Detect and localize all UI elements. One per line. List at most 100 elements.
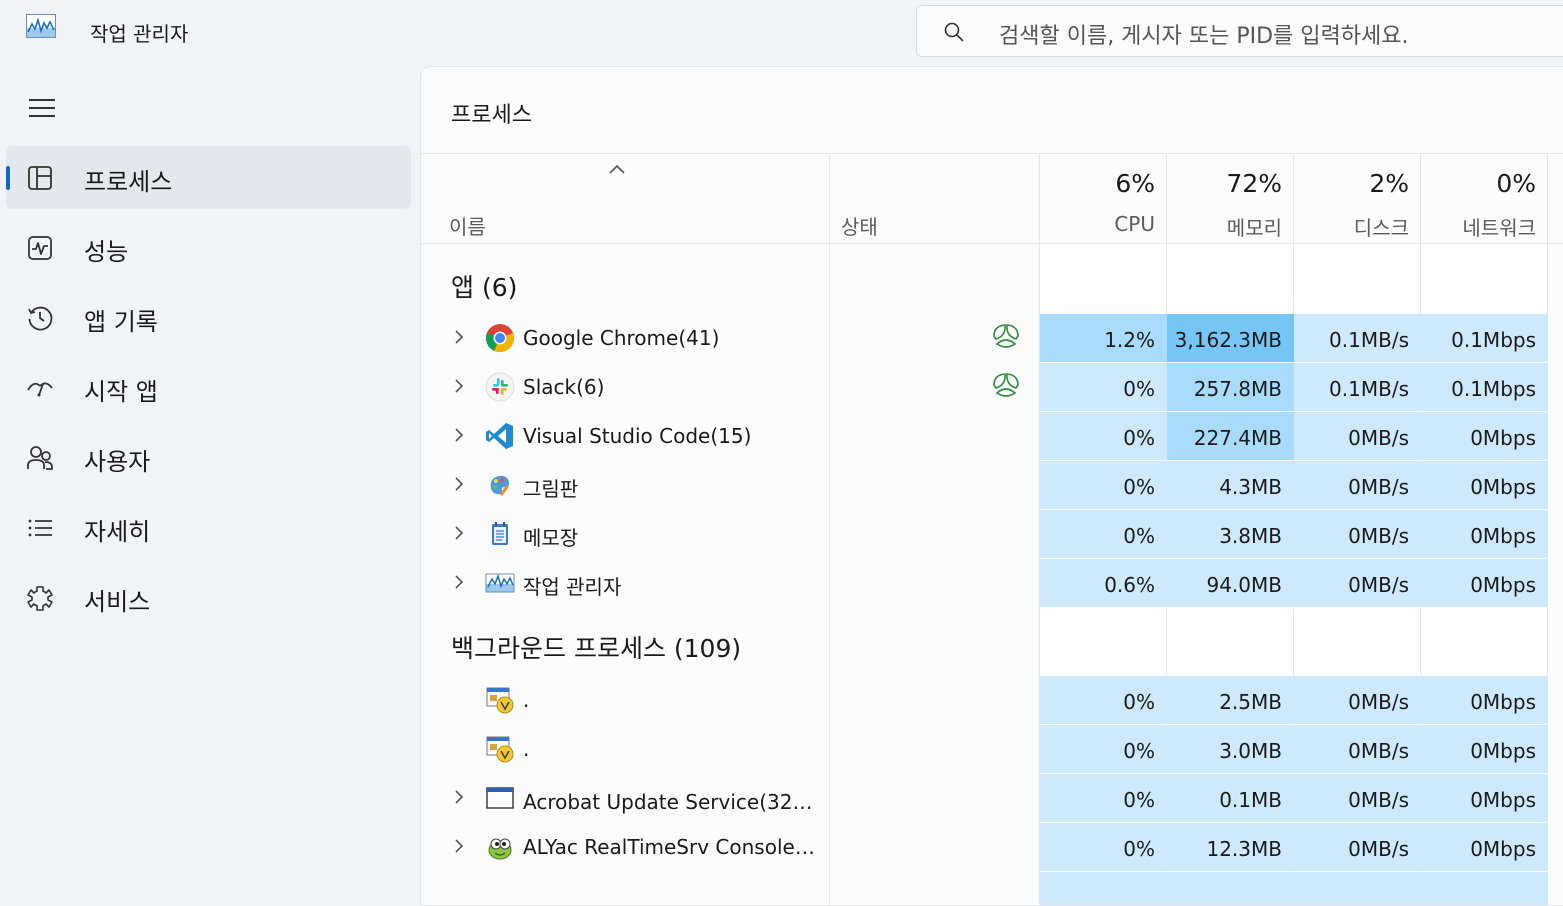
startup-apps-icon — [27, 382, 53, 397]
sidebar-item-processes[interactable]: 프로세스 — [6, 146, 411, 209]
v3-window-icon — [486, 687, 514, 714]
vscode-icon — [486, 423, 513, 449]
column-header-cpu-percent[interactable]: 6% — [1045, 169, 1155, 198]
table-row[interactable]: . 0% 2.5MB 0MB/s 0Mbps — [421, 676, 1563, 724]
column-header-network[interactable]: 네트워크 — [1426, 212, 1536, 241]
sidebar-item-performance[interactable]: 성능 — [6, 216, 411, 279]
column-header-memory-percent[interactable]: 72% — [1172, 169, 1282, 198]
table-row[interactable]: 작업 관리자 0.6% 94.0MB 0MB/s 0Mbps — [421, 559, 1563, 607]
chevron-right-icon[interactable] — [453, 574, 465, 590]
table-row[interactable]: Slack(6) 0% 257.8MB 0.1MB/s 0.1Mbps — [421, 363, 1563, 411]
table-row[interactable]: ALYac RealTimeSrv Console Service 0% 12.… — [421, 823, 1563, 871]
window-frame-icon — [486, 787, 514, 809]
chrome-icon — [485, 324, 514, 353]
group-header-band — [1040, 244, 1548, 313]
process-name: Google Chrome(41) — [523, 326, 720, 350]
disk-cell: 0MB/s — [1294, 559, 1421, 607]
chevron-right-icon[interactable] — [453, 525, 465, 541]
cpu-cell: 0% — [1040, 823, 1167, 871]
column-header-cpu[interactable]: CPU — [1045, 212, 1155, 236]
title-divider — [421, 153, 1563, 154]
cpu-cell: 0% — [1040, 774, 1167, 822]
column-header-network-percent[interactable]: 0% — [1426, 169, 1536, 198]
cpu-cell: 0% — [1040, 412, 1167, 460]
task-manager-app-icon — [26, 14, 56, 38]
column-header-memory[interactable]: 메모리 — [1172, 212, 1282, 241]
memory-cell — [1167, 872, 1294, 905]
disk-cell: 0MB/s — [1294, 823, 1421, 871]
cpu-cell: 0% — [1040, 461, 1167, 509]
sidebar-item-label: 시작 앱 — [84, 378, 158, 406]
sidebar-item-startup-apps[interactable]: 시작 앱 — [6, 356, 411, 419]
table-row[interactable]: 그림판 0% 4.3MB 0MB/s 0Mbps — [421, 461, 1563, 509]
table-row[interactable]: Google Chrome(41) 1.2% 3,162.3MB 0.1MB/s… — [421, 314, 1563, 362]
sidebar-item-users[interactable]: 사용자 — [6, 426, 411, 489]
efficiency-mode-leaf-icon — [993, 324, 1019, 348]
table-row[interactable]: Visual Studio Code(15) 0% 227.4MB 0MB/s … — [421, 412, 1563, 460]
network-cell: 0Mbps — [1421, 823, 1548, 871]
memory-cell: 0.1MB — [1167, 774, 1294, 822]
sidebar-item-services[interactable]: 서비스 — [6, 566, 411, 629]
performance-icon — [28, 236, 52, 260]
cpu-cell: 0.6% — [1040, 559, 1167, 607]
cpu-cell: 0% — [1040, 725, 1167, 773]
table-row[interactable]: 메모장 0% 3.8MB 0MB/s 0Mbps — [421, 510, 1563, 558]
sort-ascending-icon[interactable] — [608, 163, 626, 175]
search-placeholder: 검색할 이름, 게시자 또는 PID를 입력하세요. — [999, 24, 1409, 49]
search-box[interactable]: 검색할 이름, 게시자 또는 PID를 입력하세요. — [916, 5, 1563, 57]
process-name: Acrobat Update Service(32비트) — [523, 790, 818, 814]
task-manager-icon — [485, 573, 515, 593]
process-name: Visual Studio Code(15) — [523, 424, 752, 448]
hamburger-menu-icon[interactable] — [28, 96, 56, 120]
network-cell: 0Mbps — [1421, 725, 1548, 773]
network-cell: 0.1Mbps — [1421, 314, 1548, 362]
sidebar-item-app-history[interactable]: 앱 기록 — [6, 286, 411, 349]
v3-window-icon — [486, 736, 514, 763]
app-history-icon — [28, 306, 53, 331]
disk-cell: 0MB/s — [1294, 725, 1421, 773]
column-header-disk[interactable]: 디스크 — [1299, 212, 1409, 241]
network-cell: 0Mbps — [1421, 412, 1548, 460]
search-icon — [944, 22, 964, 42]
disk-cell: 0MB/s — [1294, 412, 1421, 460]
memory-cell: 12.3MB — [1167, 823, 1294, 871]
column-header-status[interactable]: 상태 — [841, 211, 878, 240]
chevron-right-icon[interactable] — [453, 329, 465, 345]
sidebar-item-label: 성능 — [84, 238, 129, 266]
process-name: . — [523, 737, 530, 761]
process-name: Slack(6) — [523, 375, 605, 399]
sidebar-item-details[interactable]: 자세히 — [6, 496, 411, 559]
memory-cell: 94.0MB — [1167, 559, 1294, 607]
chevron-right-icon[interactable] — [453, 427, 465, 443]
group-header-background[interactable]: 백그라운드 프로세스 (109) — [451, 629, 741, 665]
cpu-cell: 0% — [1040, 510, 1167, 558]
chevron-right-icon[interactable] — [453, 789, 465, 805]
table-row[interactable]: . 0% 3.0MB 0MB/s 0Mbps — [421, 725, 1563, 773]
network-cell: 0Mbps — [1421, 461, 1548, 509]
efficiency-mode-leaf-icon — [993, 373, 1019, 397]
sidebar-item-label: 서비스 — [84, 588, 151, 616]
column-header-disk-percent[interactable]: 2% — [1299, 169, 1409, 198]
cpu-cell: 0% — [1040, 676, 1167, 724]
process-name: 메모장 — [523, 526, 579, 550]
app-title: 작업 관리자 — [90, 22, 189, 46]
network-cell: 0Mbps — [1421, 774, 1548, 822]
table-row[interactable]: Acrobat Update Service(32비트) 0% 0.1MB 0M… — [421, 774, 1563, 822]
cpu-cell: 0% — [1040, 363, 1167, 411]
disk-cell: 0MB/s — [1294, 461, 1421, 509]
memory-cell: 3.8MB — [1167, 510, 1294, 558]
process-name: 그림판 — [523, 477, 579, 501]
chevron-right-icon[interactable] — [453, 476, 465, 492]
memory-cell: 3.0MB — [1167, 725, 1294, 773]
process-name: . — [523, 688, 530, 712]
sidebar-item-label: 프로세스 — [84, 168, 173, 196]
chevron-right-icon[interactable] — [453, 838, 465, 854]
disk-cell: 0MB/s — [1294, 676, 1421, 724]
group-header-apps[interactable]: 앱 (6) — [451, 268, 517, 304]
column-header-name[interactable]: 이름 — [449, 211, 486, 240]
details-icon — [28, 519, 52, 537]
chevron-right-icon[interactable] — [453, 378, 465, 394]
table-row[interactable] — [421, 872, 1563, 905]
processes-panel: 프로세스 이름 상태 6% CPU 72% 메모리 2% 디스크 0% 네트워크… — [420, 66, 1563, 906]
memory-cell: 227.4MB — [1167, 412, 1294, 460]
